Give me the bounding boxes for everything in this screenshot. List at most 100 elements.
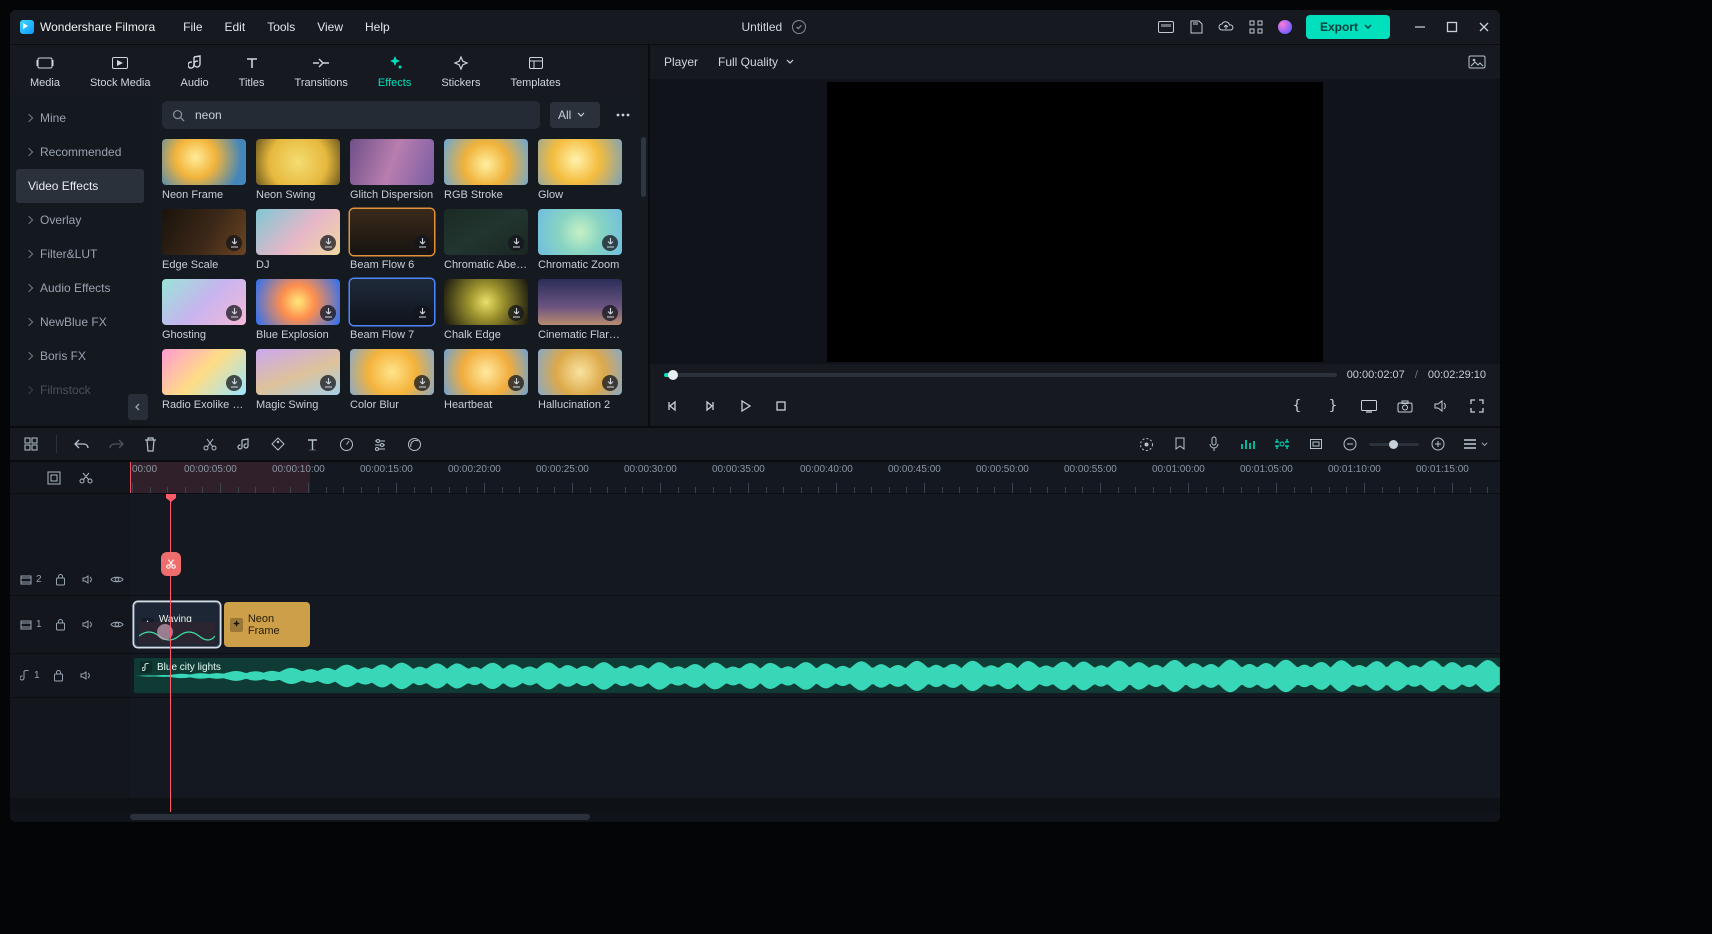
sidebar-item-audio-effects[interactable]: Audio Effects — [10, 271, 150, 305]
tab-stock-media[interactable]: Stock Media — [90, 53, 151, 95]
download-icon[interactable] — [414, 235, 430, 251]
sync-status-icon[interactable] — [792, 20, 806, 34]
zoom-out-icon[interactable] — [1341, 435, 1359, 453]
mute-track-icon[interactable] — [80, 571, 98, 589]
track-body-v1[interactable]: Waving Lin… Neon Frame — [130, 596, 1500, 653]
screen-layout-icon[interactable] — [1158, 19, 1174, 35]
close-button[interactable] — [1478, 21, 1490, 33]
download-icon[interactable] — [508, 375, 524, 391]
grid-icon[interactable] — [22, 435, 40, 453]
timeline-ruler[interactable]: 00:00 00:00:05:0000:00:10:0000:00:15:000… — [130, 462, 1500, 493]
effect-card[interactable]: Neon Swing — [256, 139, 340, 201]
tab-audio[interactable]: Audio — [181, 53, 209, 95]
mark-out-icon[interactable]: } — [1324, 397, 1342, 415]
playhead[interactable] — [170, 494, 171, 812]
download-icon[interactable] — [320, 375, 336, 391]
effect-card[interactable]: Glow — [538, 139, 622, 201]
snapshot-icon[interactable] — [1396, 397, 1414, 415]
search-input[interactable] — [193, 107, 530, 123]
player-tab[interactable]: Player — [664, 55, 698, 69]
marker-icon[interactable] — [1171, 435, 1189, 453]
visibility-track-icon[interactable] — [108, 616, 126, 634]
sliders-icon[interactable] — [371, 435, 389, 453]
download-icon[interactable] — [320, 305, 336, 321]
record-voice-icon[interactable] — [1205, 435, 1223, 453]
play-button[interactable] — [736, 397, 754, 415]
stop-button[interactable] — [772, 397, 790, 415]
lock-track-icon[interactable] — [52, 571, 70, 589]
sidebar-item-recommended[interactable]: Recommended — [10, 135, 150, 169]
effect-card[interactable]: Cinematic Flares 1 — [538, 279, 622, 341]
sidebar-collapse-button[interactable] — [128, 394, 148, 420]
account-avatar-icon[interactable] — [1278, 20, 1292, 34]
render-icon[interactable] — [1137, 435, 1155, 453]
download-icon[interactable] — [602, 235, 618, 251]
redo-icon[interactable] — [107, 435, 125, 453]
track-body-a1[interactable]: Blue city lights — [130, 654, 1500, 697]
delete-icon[interactable] — [141, 435, 159, 453]
display-mode-icon[interactable] — [1360, 397, 1378, 415]
fullscreen-icon[interactable] — [1468, 397, 1486, 415]
effect-card[interactable]: DJ — [256, 209, 340, 271]
sidebar-item-boris[interactable]: Boris FX — [10, 339, 150, 373]
export-button[interactable]: Export — [1306, 15, 1390, 39]
preview-image-icon[interactable] — [1468, 53, 1486, 71]
crop-icon[interactable] — [1307, 435, 1325, 453]
volume-icon[interactable] — [1432, 397, 1450, 415]
effect-card[interactable]: Beam Flow 6 — [350, 209, 434, 271]
tab-transitions[interactable]: Transitions — [295, 53, 348, 95]
effect-card[interactable]: Magic Swing — [256, 349, 340, 411]
sidebar-item-overlay[interactable]: Overlay — [10, 203, 150, 237]
mark-in-icon[interactable]: { — [1288, 397, 1306, 415]
search-input-wrap[interactable] — [162, 101, 540, 129]
tab-titles[interactable]: Titles — [239, 53, 265, 95]
tag-icon[interactable] — [269, 435, 287, 453]
effect-card[interactable]: Ghosting — [162, 279, 246, 341]
tab-media[interactable]: Media — [30, 53, 60, 95]
track-body-v2[interactable] — [130, 564, 1500, 595]
preview-seek-track[interactable] — [664, 373, 1337, 377]
quality-dropdown[interactable]: Full Quality — [718, 55, 794, 69]
preview-viewport[interactable] — [827, 82, 1323, 362]
apps-grid-icon[interactable] — [1248, 19, 1264, 35]
mute-track-icon[interactable] — [78, 667, 96, 685]
effect-card[interactable]: Color Blur — [350, 349, 434, 411]
effect-card[interactable]: Glitch Dispersion — [350, 139, 434, 201]
timeline-hscroll[interactable] — [10, 812, 1500, 822]
effect-card[interactable]: Hallucination 2 — [538, 349, 622, 411]
razor-tool-icon[interactable] — [77, 469, 95, 487]
effect-card[interactable]: RGB Stroke — [444, 139, 528, 201]
effect-card[interactable]: Edge Scale — [162, 209, 246, 271]
view-mode-dropdown[interactable] — [1463, 438, 1488, 450]
video-clip-1[interactable]: Waving Lin… — [134, 602, 220, 647]
auto-reframe-icon[interactable] — [1273, 435, 1291, 453]
effect-card[interactable]: Heartbeat — [444, 349, 528, 411]
filter-dropdown[interactable]: All — [550, 102, 600, 128]
tab-effects[interactable]: Effects — [378, 53, 411, 95]
download-icon[interactable] — [508, 235, 524, 251]
sidebar-item-mine[interactable]: Mine — [10, 101, 150, 135]
download-icon[interactable] — [226, 305, 242, 321]
audio-clip-1[interactable]: Blue city lights — [134, 658, 1500, 693]
effect-card[interactable]: Neon Frame — [162, 139, 246, 201]
minimize-button[interactable] — [1414, 21, 1426, 33]
color-icon[interactable] — [405, 435, 423, 453]
browser-scrollbar[interactable] — [641, 137, 646, 197]
effect-clip-1[interactable]: Neon Frame — [224, 602, 310, 647]
music-settings-icon[interactable] — [235, 435, 253, 453]
prev-frame-button[interactable] — [664, 397, 682, 415]
effect-card[interactable]: Radio Exolike FX — [162, 349, 246, 411]
cloud-upload-icon[interactable] — [1218, 19, 1234, 35]
tab-templates[interactable]: Templates — [510, 53, 560, 95]
download-icon[interactable] — [414, 305, 430, 321]
effect-card[interactable]: Chalk Edge — [444, 279, 528, 341]
menu-help[interactable]: Help — [365, 20, 390, 34]
pointer-tool-icon[interactable] — [45, 469, 63, 487]
menu-file[interactable]: File — [183, 20, 202, 34]
undo-icon[interactable] — [73, 435, 91, 453]
save-icon[interactable] — [1188, 19, 1204, 35]
menu-view[interactable]: View — [317, 20, 343, 34]
split-badge-icon[interactable] — [161, 552, 181, 576]
tab-stickers[interactable]: Stickers — [441, 53, 480, 95]
sidebar-item-video-effects[interactable]: Video Effects — [16, 169, 144, 203]
